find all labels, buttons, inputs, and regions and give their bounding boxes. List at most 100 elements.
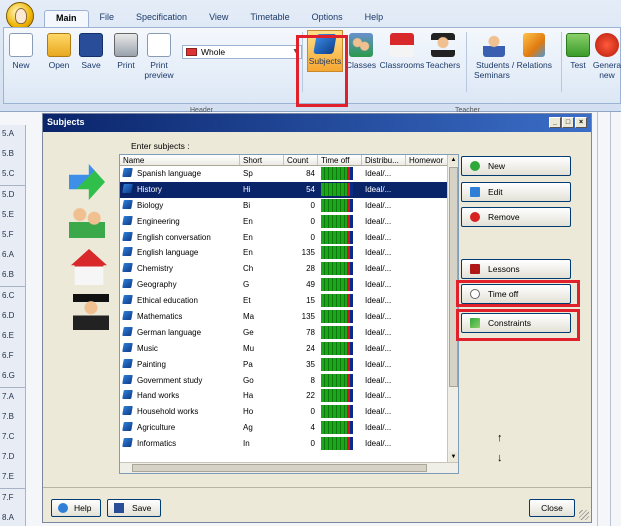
time-off-indicator (321, 373, 362, 387)
distribution-cell: Ideal/... (365, 264, 392, 274)
table-row[interactable]: Hand works Ha 22 Ideal/... (120, 388, 458, 404)
time-off-cell[interactable] (318, 293, 362, 309)
new-subject-button[interactable]: New (461, 156, 571, 176)
app-menu-button[interactable] (6, 2, 34, 30)
table-row[interactable]: Biology Bi 0 Ideal/... (120, 198, 458, 214)
tab-help[interactable]: Help (354, 10, 395, 28)
time-off-cell[interactable] (318, 245, 362, 261)
time-off-indicator (321, 389, 362, 403)
time-off-cell[interactable] (318, 388, 362, 404)
subject-short-cell: Ho (243, 407, 254, 417)
table-row[interactable]: Ethical education Et 15 Ideal/... (120, 293, 458, 309)
time-off-cell[interactable] (318, 198, 362, 214)
remove-subject-button[interactable]: Remove (461, 207, 571, 227)
column-time-off[interactable]: Time off (318, 155, 362, 165)
time-off-cell[interactable] (318, 214, 362, 230)
move-down-arrow-icon[interactable]: ↓ (497, 452, 503, 464)
tab-file[interactable]: File (89, 10, 126, 28)
move-up-arrow-icon[interactable]: ↑ (497, 432, 503, 444)
homework-cell (406, 325, 449, 341)
teachers-button[interactable]: Teachers (424, 30, 462, 92)
time-off-cell[interactable] (318, 309, 362, 325)
table-row[interactable]: History Hi 54 Ideal/... (120, 181, 458, 198)
minimize-button[interactable]: _ (549, 117, 561, 128)
table-row[interactable]: Mathematics Ma 135 Ideal/... (120, 309, 458, 325)
print-button[interactable]: Print (111, 30, 141, 92)
subject-count-cell: 0 (310, 216, 315, 226)
classrooms-button[interactable]: Classrooms (377, 30, 427, 92)
subject-name-cell: Household works (120, 404, 240, 420)
table-row[interactable]: Government study Go 8 Ideal/... (120, 373, 458, 389)
horizontal-scrollbar[interactable] (120, 462, 458, 473)
test-button[interactable]: Test (564, 30, 592, 92)
time-off-indicator (321, 182, 362, 196)
open-button[interactable]: Open (44, 30, 74, 92)
time-off-cell[interactable] (318, 357, 362, 373)
table-row[interactable]: English language En 135 Ideal/... (120, 245, 458, 261)
save-dialog-button[interactable]: Save (107, 499, 161, 517)
column-short[interactable]: Short (240, 155, 284, 165)
help-button[interactable]: Help (51, 499, 101, 517)
table-row[interactable]: English conversation En 0 Ideal/... (120, 230, 458, 246)
column-homework[interactable]: Homewor (406, 155, 449, 165)
subjects-table[interactable]: Name Short Count Time off Distribu... Ho… (119, 154, 459, 474)
print-preview-button[interactable]: Print preview (139, 30, 179, 92)
edit-subject-button[interactable]: Edit (461, 182, 571, 202)
students-relations-button[interactable]: Students / Relations Seminars (470, 30, 558, 92)
homework-cell (406, 388, 449, 404)
maximize-button[interactable]: □ (562, 117, 574, 128)
time-off-cell[interactable] (318, 261, 362, 277)
table-row[interactable]: Geography G 49 Ideal/... (120, 277, 458, 293)
time-off-cell[interactable] (318, 373, 362, 389)
table-row[interactable]: Painting Pa 35 Ideal/... (120, 357, 458, 373)
close-button[interactable]: Close (529, 499, 575, 517)
table-header: Name Short Count Time off Distribu... Ho… (120, 155, 458, 166)
time-off-cell[interactable] (318, 420, 362, 436)
resize-grip[interactable] (579, 510, 589, 520)
time-off-cell[interactable] (318, 436, 362, 452)
view-select[interactable]: Whole ▼ (182, 45, 302, 59)
tab-timetable[interactable]: Timetable (239, 10, 300, 28)
table-row[interactable]: Household works Ho 0 Ideal/... (120, 404, 458, 420)
relations-icon (523, 33, 545, 57)
subject-name-cell: Informatics (120, 436, 240, 452)
tab-options[interactable]: Options (301, 10, 354, 28)
time-off-cell[interactable] (318, 166, 362, 182)
subject-count-cell: 28 (306, 264, 315, 274)
new-button[interactable]: New (6, 30, 36, 92)
classes-button[interactable]: Classes (344, 30, 378, 92)
column-count[interactable]: Count (284, 155, 318, 165)
dialog-titlebar[interactable]: Subjects _ □ × (43, 114, 591, 132)
generate-new-button[interactable]: Genera new (592, 30, 621, 92)
close-window-button[interactable]: × (575, 117, 587, 128)
homework-cell (406, 436, 449, 452)
time-off-cell[interactable] (318, 277, 362, 293)
table-row[interactable]: Music Mu 24 Ideal/... (120, 341, 458, 357)
time-off-cell[interactable] (318, 325, 362, 341)
save-button[interactable]: Save (76, 30, 106, 92)
lessons-button[interactable]: Lessons (461, 259, 571, 279)
tab-view[interactable]: View (198, 10, 239, 28)
table-row[interactable]: Informatics In 0 Ideal/... (120, 436, 458, 452)
column-distribution[interactable]: Distribu... (362, 155, 406, 165)
time-off-cell[interactable] (318, 341, 362, 357)
subject-count-cell: 54 (306, 184, 315, 194)
tab-specification[interactable]: Specification (125, 10, 198, 28)
table-row[interactable]: Spanish language Sp 84 Ideal/... (120, 166, 458, 182)
subject-icon (122, 406, 133, 416)
time-off-cell[interactable] (318, 404, 362, 420)
subject-name-cell: Chemistry (120, 261, 240, 277)
scroll-up-arrow-icon[interactable]: ▲ (449, 155, 458, 166)
column-name[interactable]: Name (120, 155, 240, 165)
scroll-thumb[interactable] (449, 167, 458, 387)
table-row[interactable]: Chemistry Ch 28 Ideal/... (120, 261, 458, 277)
time-off-cell[interactable] (318, 230, 362, 246)
time-off-cell[interactable] (318, 182, 362, 198)
subject-name-cell: Music (120, 341, 240, 357)
table-row[interactable]: Engineering En 0 Ideal/... (120, 214, 458, 230)
table-row[interactable]: Agriculture Ag 4 Ideal/... (120, 420, 458, 436)
scroll-thumb[interactable] (132, 464, 427, 472)
tab-main[interactable]: Main (44, 10, 89, 28)
ribbon-separator (561, 32, 562, 92)
table-row[interactable]: German language Ge 78 Ideal/... (120, 325, 458, 341)
